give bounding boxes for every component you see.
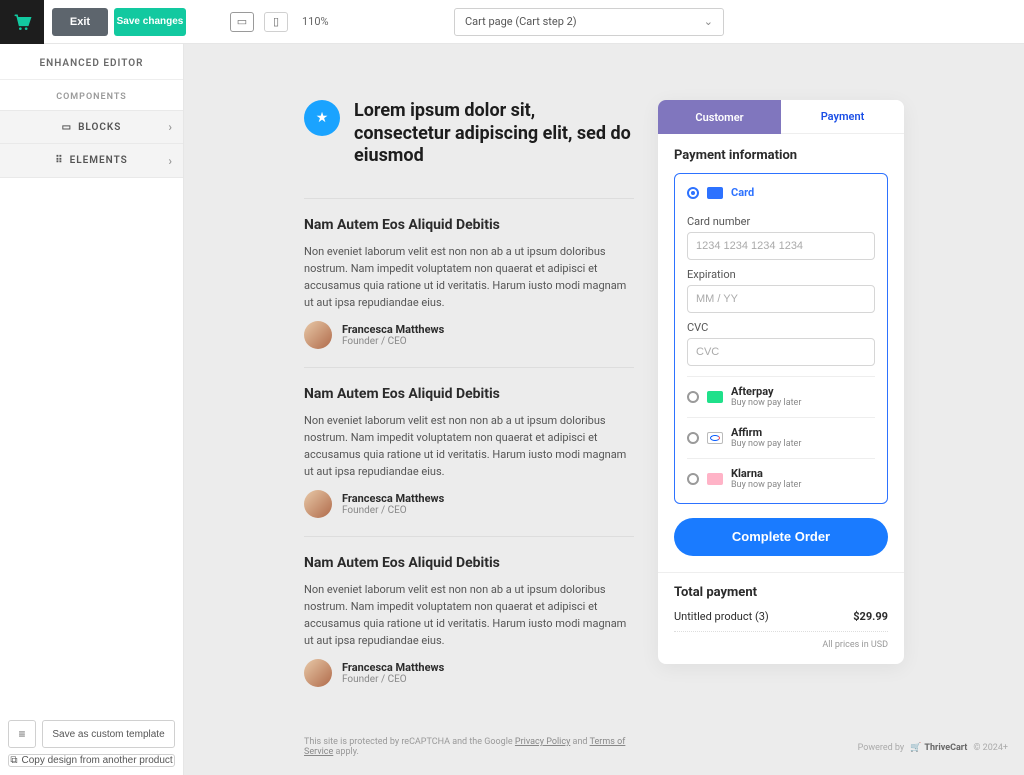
tab-payment[interactable]: Payment	[781, 100, 904, 134]
desktop-view-icon[interactable]: ▭	[230, 12, 254, 32]
testimonial-heading: Nam Autem Eos Aliquid Debitis	[304, 555, 634, 571]
powered-by: Powered by 🛒ThriveCart © 2024+	[858, 743, 1008, 753]
payment-method-label: Klarna	[731, 467, 801, 480]
payment-method-sub: Buy now pay later	[731, 480, 801, 491]
payment-method-label: Card	[731, 186, 754, 199]
editor-canvas: ★ Lorem ipsum dolor sit, consectetur adi…	[184, 44, 1024, 775]
expiration-input[interactable]	[687, 285, 875, 313]
radio-icon	[687, 473, 699, 485]
testimonial: Nam Autem Eos Aliquid Debitis Non evenie…	[304, 386, 634, 518]
field-label: CVC	[687, 321, 875, 334]
logo	[0, 0, 44, 44]
avatar	[304, 321, 332, 349]
device-switcher: ▭ ▯ 110%	[230, 12, 329, 32]
sidebar: ENHANCED EDITOR COMPONENTS ▭ BLOCKS › ⠿ …	[0, 44, 184, 775]
radio-icon	[687, 187, 699, 199]
testimonial-body: Non eveniet laborum velit est non non ab…	[304, 243, 634, 311]
klarna-icon	[707, 473, 723, 485]
avatar	[304, 659, 332, 687]
radio-icon	[687, 432, 699, 444]
payment-method-label: Affirm	[731, 426, 801, 439]
recaptcha-note: This site is protected by reCAPTCHA and …	[304, 737, 634, 757]
elements-icon: ⠿	[55, 155, 63, 166]
testimonial-body: Non eveniet laborum velit est non non ab…	[304, 412, 634, 480]
complete-order-button[interactable]: Complete Order	[674, 518, 888, 556]
testimonial-body: Non eveniet laborum velit est non non ab…	[304, 581, 634, 649]
payment-heading: Payment information	[674, 148, 888, 163]
payment-method-sub: Buy now pay later	[731, 439, 801, 450]
tab-customer[interactable]: Customer	[658, 100, 781, 134]
hero-title: Lorem ipsum dolor sit, consectetur adipi…	[354, 100, 634, 168]
exit-button[interactable]: Exit	[52, 8, 108, 36]
avatar	[304, 490, 332, 518]
testimonial-name: Francesca Matthews	[342, 323, 444, 336]
page-selector-label: Cart page (Cart step 2)	[465, 15, 577, 28]
testimonial-role: Founder / CEO	[342, 505, 444, 516]
app-header: Exit Save changes ▭ ▯ 110% Cart page (Ca…	[0, 0, 1024, 44]
card-number-input[interactable]	[687, 232, 875, 260]
radio-icon	[687, 391, 699, 403]
checkout-panel: Customer Payment Payment information Car…	[658, 100, 904, 664]
save-changes-button[interactable]: Save changes	[114, 8, 186, 36]
chevron-right-icon: ›	[168, 120, 173, 134]
testimonial-heading: Nam Autem Eos Aliquid Debitis	[304, 386, 634, 402]
testimonial: Nam Autem Eos Aliquid Debitis Non evenie…	[304, 217, 634, 349]
payment-method-affirm[interactable]: Affirm Buy now pay later	[687, 417, 875, 458]
settings-icon-button[interactable]: ≡	[8, 720, 36, 748]
hero: ★ Lorem ipsum dolor sit, consectetur adi…	[304, 100, 634, 168]
total-heading: Total payment	[674, 585, 888, 600]
page-selector[interactable]: Cart page (Cart step 2) ⌄	[454, 8, 724, 36]
testimonial: Nam Autem Eos Aliquid Debitis Non evenie…	[304, 555, 634, 687]
zoom-level: 110%	[302, 15, 329, 28]
testimonial-name: Francesca Matthews	[342, 492, 444, 505]
line-item-name: Untitled product (3)	[674, 610, 769, 623]
payment-method-label: Afterpay	[731, 385, 801, 398]
payment-method-sub: Buy now pay later	[731, 398, 801, 409]
content-column: ★ Lorem ipsum dolor sit, consectetur adi…	[304, 100, 634, 757]
copy-design-button[interactable]: ⧉ Copy design from another product	[8, 754, 175, 767]
sidebar-title: ENHANCED EDITOR	[0, 44, 183, 79]
mobile-view-icon[interactable]: ▯	[264, 12, 288, 32]
field-label: Expiration	[687, 268, 875, 281]
affirm-icon	[707, 432, 723, 444]
testimonial-name: Francesca Matthews	[342, 661, 444, 674]
star-icon: ★	[304, 100, 340, 136]
line-item: Untitled product (3) $29.99	[674, 610, 888, 632]
copy-icon: ⧉	[10, 755, 17, 766]
line-item-price: $29.99	[853, 610, 888, 623]
sidebar-heading-components: COMPONENTS	[0, 80, 183, 110]
payment-method-klarna[interactable]: Klarna Buy now pay later	[687, 458, 875, 499]
testimonial-heading: Nam Autem Eos Aliquid Debitis	[304, 217, 634, 233]
save-template-button[interactable]: Save as custom template	[42, 720, 175, 748]
blocks-icon: ▭	[62, 122, 72, 133]
testimonial-role: Founder / CEO	[342, 674, 444, 685]
payment-method-afterpay[interactable]: Afterpay Buy now pay later	[687, 376, 875, 417]
field-label: Card number	[687, 215, 875, 228]
card-icon	[707, 187, 723, 199]
page-preview: ★ Lorem ipsum dolor sit, consectetur adi…	[304, 100, 904, 757]
chevron-right-icon: ›	[168, 154, 173, 168]
currency-note: All prices in USD	[674, 640, 888, 650]
sidebar-item-elements[interactable]: ⠿ ELEMENTS ›	[0, 144, 183, 178]
privacy-link[interactable]: Privacy Policy	[515, 737, 570, 747]
payment-method-card[interactable]: Card	[687, 184, 875, 207]
cvc-input[interactable]	[687, 338, 875, 366]
payment-methods: Card Card number Expiration CVC Afterpay…	[674, 173, 888, 504]
sidebar-item-blocks[interactable]: ▭ BLOCKS ›	[0, 110, 183, 144]
testimonial-role: Founder / CEO	[342, 336, 444, 347]
chevron-down-icon: ⌄	[704, 15, 713, 28]
cart-logo-icon	[12, 12, 32, 32]
afterpay-icon	[707, 391, 723, 403]
cart-small-icon: 🛒	[910, 743, 921, 753]
